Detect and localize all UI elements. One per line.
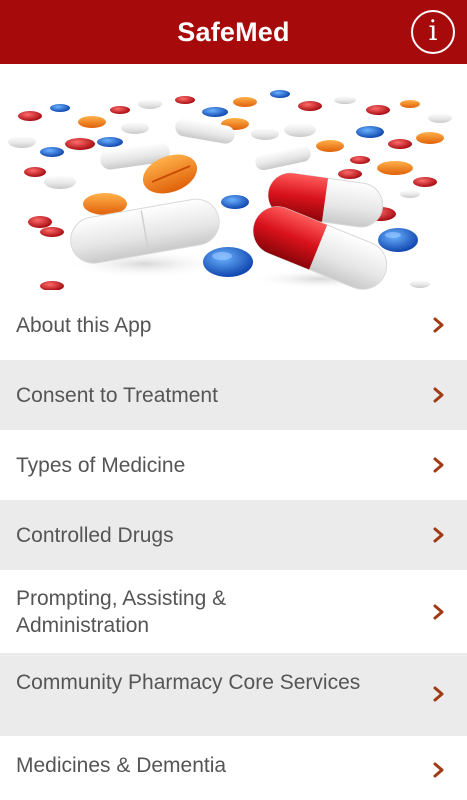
chevron-right-icon xyxy=(433,686,445,702)
chevron-right-icon xyxy=(433,527,445,543)
menu-item-label: Medicines & Dementia xyxy=(16,754,227,777)
pills-image xyxy=(0,64,467,290)
menu-item-label: Community Pharmacy Core Services xyxy=(16,671,361,694)
menu-item-label: Controlled Drugs xyxy=(16,523,174,547)
info-button[interactable]: i xyxy=(411,10,455,54)
app-header: SafeMed i xyxy=(0,0,467,64)
menu-item-label: About this App xyxy=(16,313,152,337)
chevron-right-icon xyxy=(433,317,445,333)
menu-item-types-of-medicine[interactable]: Types of Medicine xyxy=(0,430,467,500)
menu-item-label: Prompting, Assisting & Administration xyxy=(16,586,227,637)
menu-item-consent[interactable]: Consent to Treatment xyxy=(0,360,467,430)
menu-item-label: Types of Medicine xyxy=(16,453,186,477)
menu-item-controlled-drugs[interactable]: Controlled Drugs xyxy=(0,500,467,570)
app-title: SafeMed xyxy=(177,16,290,47)
menu-item-community-pharmacy[interactable]: Community Pharmacy Core Services xyxy=(0,653,467,736)
chevron-right-icon xyxy=(433,762,445,778)
main-menu: About this App Consent to Treatment Type… xyxy=(0,290,467,800)
chevron-right-icon xyxy=(433,457,445,473)
chevron-right-icon xyxy=(433,604,445,620)
menu-item-medicines-dementia[interactable]: Medicines & Dementia xyxy=(0,736,467,800)
chevron-right-icon xyxy=(433,387,445,403)
info-icon: i xyxy=(428,14,438,47)
menu-item-prompting-assisting[interactable]: Prompting, Assisting & Administration xyxy=(0,570,467,653)
menu-item-about[interactable]: About this App xyxy=(0,290,467,360)
menu-item-label: Consent to Treatment xyxy=(16,383,218,407)
